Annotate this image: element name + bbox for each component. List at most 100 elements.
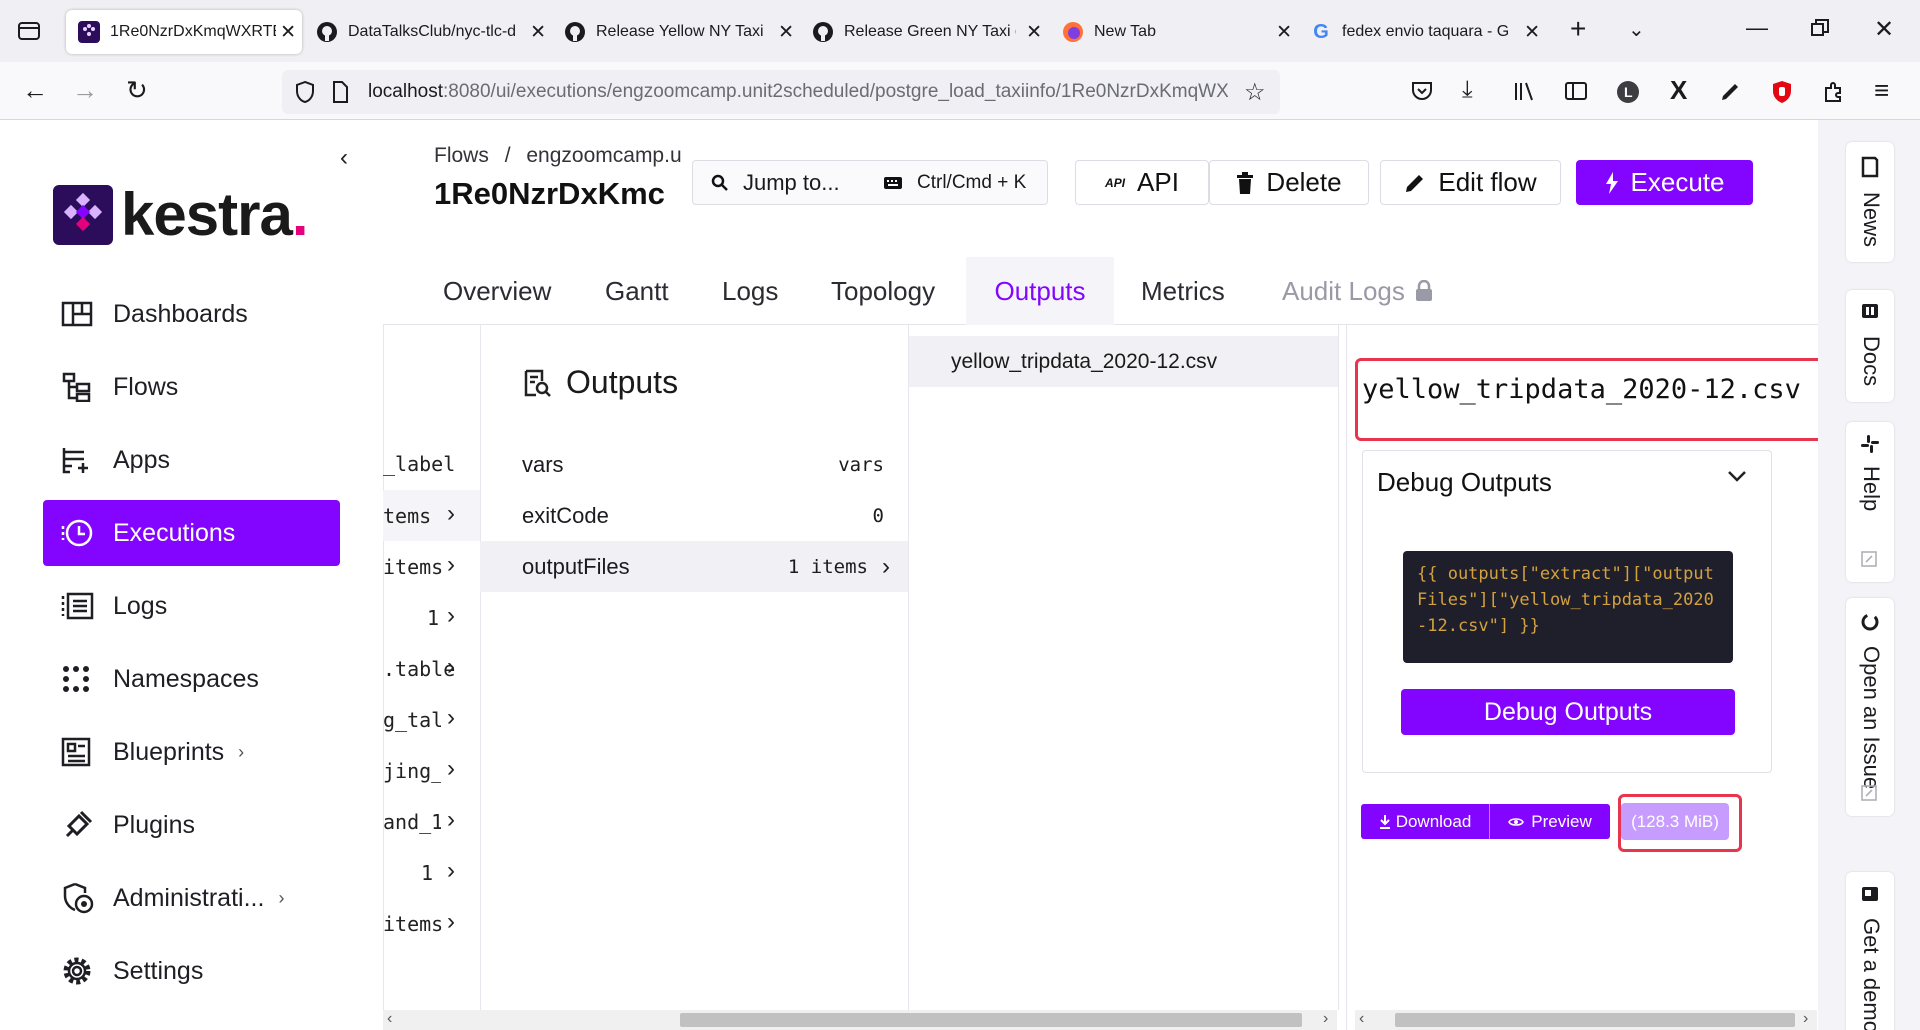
sidebar-item-dashboards[interactable]: Dashboards	[43, 281, 340, 347]
extension-ublock-icon[interactable]	[1770, 80, 1794, 104]
jump-to-search[interactable]: Jump to... Ctrl/Cmd + K	[692, 160, 1048, 205]
detail-horizontal-scrollbar[interactable]: ‹ ›	[1355, 1010, 1817, 1030]
forward-icon[interactable]: →	[72, 77, 98, 103]
close-icon[interactable]: ✕	[1026, 21, 1042, 44]
pocket-icon[interactable]	[1410, 80, 1434, 102]
bookmark-star-icon[interactable]: ☆	[1244, 78, 1266, 107]
task-row-label: g_tal	[383, 708, 441, 732]
tab-topology[interactable]: Topology	[831, 257, 935, 325]
download-icon[interactable]: ⤓	[1462, 78, 1473, 102]
task-row[interactable]: 1 ›	[383, 592, 480, 643]
browser-tab-1[interactable]: 1Re0NzrDxKmqWXRTE ✕	[66, 10, 302, 54]
delete-button[interactable]: Delete	[1209, 160, 1369, 205]
debug-code-editor[interactable]: {{ outputs["extract"]["outputFiles"]["ye…	[1403, 551, 1733, 663]
tab-logs[interactable]: Logs	[722, 257, 778, 325]
minimize-icon[interactable]: —	[1746, 16, 1768, 40]
extensions-puzzle-icon[interactable]	[1822, 80, 1846, 104]
tab-outputs[interactable]: Outputs	[966, 257, 1114, 325]
close-icon[interactable]: ✕	[280, 21, 296, 44]
output-row-outputfiles[interactable]: outputFiles 1 items ›	[480, 541, 908, 592]
library-icon[interactable]	[1512, 80, 1536, 102]
sidebar-item-apps[interactable]: Apps	[43, 427, 340, 493]
close-icon[interactable]: ✕	[778, 21, 794, 44]
task-row[interactable]: 1 ›	[383, 847, 480, 898]
scroll-right-icon[interactable]: ›	[1323, 1010, 1328, 1028]
task-row[interactable]: g_tal ›	[383, 694, 480, 745]
extension-x-icon[interactable]: X	[1670, 77, 1687, 103]
output-row-exitcode[interactable]: exitCode 0	[480, 490, 908, 541]
divider	[1346, 325, 1347, 1030]
task-row[interactable]: items ›	[383, 541, 480, 592]
preview-button[interactable]: Preview	[1490, 804, 1610, 839]
browser-tab-3[interactable]: Release Yellow NY Taxi d ✕	[564, 10, 800, 54]
task-row-label: tems	[383, 504, 432, 528]
close-window-icon[interactable]: ✕	[1874, 18, 1894, 42]
close-icon[interactable]: ✕	[1524, 21, 1540, 44]
sidebar-item-flows[interactable]: Flows	[43, 354, 340, 420]
scroll-right-icon[interactable]: ›	[1803, 1010, 1808, 1028]
execute-button[interactable]: Execute	[1576, 160, 1753, 205]
back-icon[interactable]: ←	[22, 77, 48, 103]
rail-get-demo[interactable]: Get a demo	[1846, 872, 1894, 1030]
browser-tab-2[interactable]: DataTalksClub/nyc-tlc-d ✕	[316, 10, 552, 54]
scroll-left-icon[interactable]: ‹	[1359, 1010, 1364, 1028]
task-row[interactable]: and_1 ›	[383, 796, 480, 847]
browser-tab-6[interactable]: G fedex envio taquara - G ✕	[1310, 10, 1546, 54]
task-row[interactable]: tems ›	[383, 490, 480, 541]
kestra-logo[interactable]: kestra.	[53, 180, 308, 249]
rail-news[interactable]: News	[1846, 142, 1894, 262]
debug-outputs-button[interactable]: Debug Outputs	[1401, 689, 1735, 735]
api-button[interactable]: API API	[1075, 160, 1209, 205]
chevron-left-icon[interactable]: ‹	[340, 144, 348, 172]
file-row[interactable]: yellow_tripdata_2020-12.csv	[909, 336, 1338, 387]
chevron-right-icon: ›	[447, 806, 455, 833]
breadcrumb-flows[interactable]: Flows	[434, 144, 489, 167]
sidebar-item-logs[interactable]: Logs	[43, 573, 340, 639]
sidebar-item-administration[interactable]: Administrati... ›	[43, 865, 340, 931]
scroll-left-icon[interactable]: ‹	[387, 1010, 392, 1028]
sidebar-item-executions[interactable]: Executions	[43, 500, 340, 566]
tab-gantt[interactable]: Gantt	[605, 257, 669, 325]
close-icon[interactable]: ✕	[530, 21, 546, 44]
edit-flow-button[interactable]: Edit flow	[1380, 160, 1561, 205]
download-button[interactable]: Download	[1361, 804, 1490, 839]
rail-docs[interactable]: Docs	[1846, 290, 1894, 402]
outputs-horizontal-scrollbar[interactable]: ‹ ›	[383, 1010, 1337, 1030]
new-tab-icon[interactable]: +	[1570, 15, 1586, 43]
extension-pen-icon[interactable]	[1718, 80, 1742, 104]
sidebar: ‹ kestra. Dashboards Flows Apps Executio…	[0, 120, 383, 1030]
kestra-logo-icon	[53, 184, 113, 245]
tab-audit-logs[interactable]: Audit Logs	[1282, 257, 1433, 325]
task-row[interactable]: .table ›	[383, 643, 480, 694]
url-bar[interactable]: localhost:8080/ui/executions/engzoomcamp…	[282, 70, 1280, 114]
shield-icon[interactable]	[294, 80, 316, 104]
task-row[interactable]: items ›	[383, 898, 480, 949]
close-icon[interactable]: ✕	[1276, 21, 1292, 44]
sidebar-item-plugins[interactable]: Plugins	[43, 792, 340, 858]
task-row-label: jing_1	[383, 759, 441, 783]
output-row-vars[interactable]: vars vars	[480, 439, 908, 490]
tab-metrics[interactable]: Metrics	[1141, 257, 1225, 325]
task-row[interactable]: jing_1 ›	[383, 745, 480, 796]
sidebar-toggle-icon[interactable]	[1564, 80, 1588, 102]
extension-l-icon[interactable]: L	[1616, 80, 1640, 104]
sidebar-item-settings[interactable]: Settings	[43, 938, 340, 1004]
rail-open-issue[interactable]: Open an Issue	[1846, 598, 1894, 816]
chevron-down-icon[interactable]: ⌄	[1628, 18, 1645, 42]
breadcrumb-namespace[interactable]: engzoomcamp.u	[526, 144, 681, 167]
download-icon	[1379, 814, 1391, 829]
browser-tab-4[interactable]: Release Green NY Taxi d ✕	[812, 10, 1048, 54]
sidebar-item-label: Settings	[113, 956, 204, 985]
sidebar-item-blueprints[interactable]: Blueprints ›	[43, 719, 340, 785]
browser-tab-5[interactable]: New Tab ✕	[1062, 10, 1298, 54]
tab-list-icon[interactable]	[16, 19, 42, 43]
restore-icon[interactable]	[1810, 18, 1830, 38]
scrollbar-thumb[interactable]	[1395, 1013, 1795, 1027]
chevron-down-icon[interactable]	[1727, 469, 1747, 483]
scrollbar-thumb[interactable]	[680, 1013, 1302, 1027]
tab-overview[interactable]: Overview	[443, 257, 551, 325]
sidebar-item-namespaces[interactable]: Namespaces	[43, 646, 340, 712]
rail-help[interactable]: Help	[1846, 422, 1894, 582]
menu-icon[interactable]: ≡	[1874, 77, 1889, 103]
reload-icon[interactable]: ↻	[126, 77, 148, 103]
